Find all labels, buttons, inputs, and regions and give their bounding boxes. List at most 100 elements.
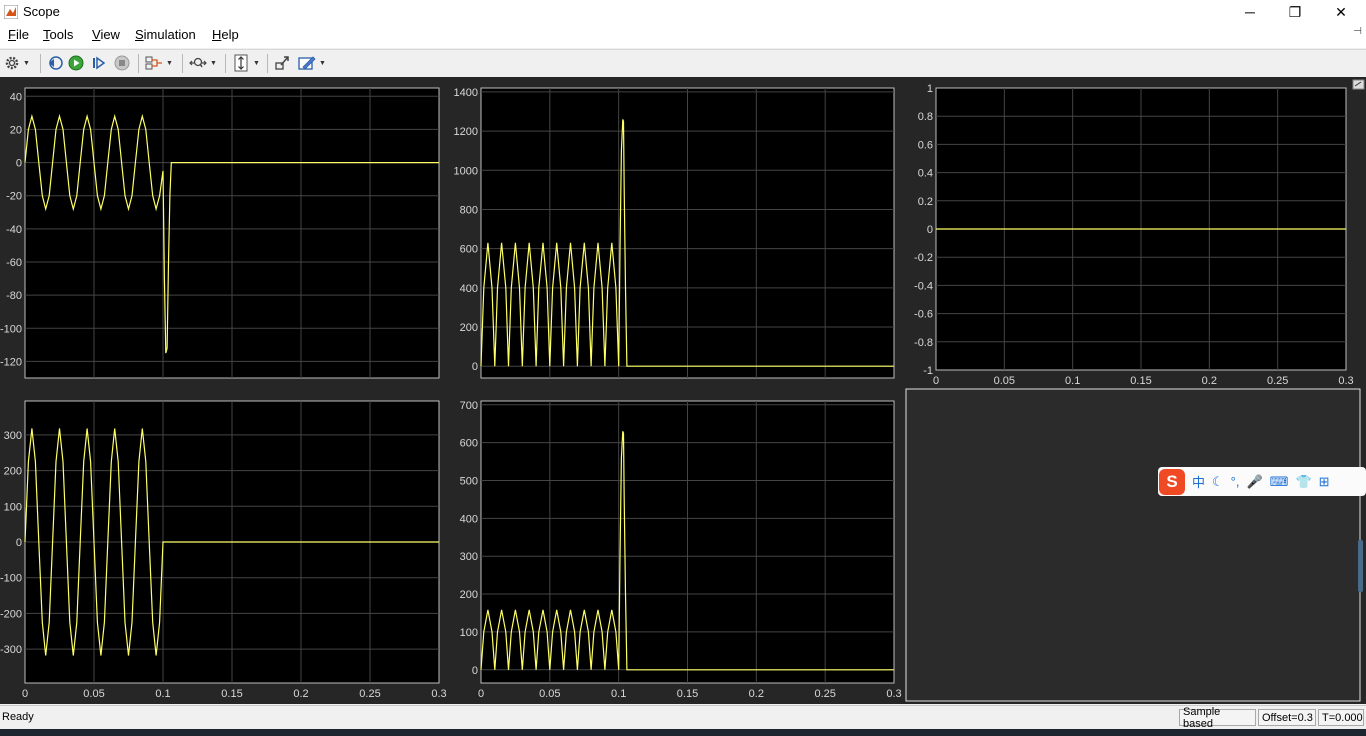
toolbar-separator bbox=[40, 54, 41, 73]
menu-help-rest: elp bbox=[221, 27, 239, 42]
run-icon bbox=[68, 55, 84, 71]
menu-simulation-accel: S bbox=[135, 27, 144, 42]
moon-icon[interactable]: ☾ bbox=[1212, 474, 1224, 490]
menu-file-rest: ile bbox=[15, 27, 29, 42]
microphone-icon[interactable]: 🎤 bbox=[1246, 474, 1262, 490]
y-tick-label: -60 bbox=[6, 257, 22, 269]
status-text: Ready bbox=[2, 711, 34, 723]
y-tick-label: 0 bbox=[472, 361, 478, 373]
empty-axes-panel bbox=[905, 388, 1361, 702]
toolbar-separator bbox=[138, 54, 139, 73]
configuration-button[interactable]: ▼ bbox=[4, 54, 30, 72]
gear-icon bbox=[5, 56, 19, 70]
y-tick-label: 300 bbox=[4, 430, 22, 442]
step-forward-icon bbox=[93, 56, 106, 70]
scroll-indicator[interactable] bbox=[1358, 540, 1363, 592]
y-tick-label: 800 bbox=[460, 204, 478, 216]
y-tick-label: 1400 bbox=[454, 87, 478, 99]
pin-icon[interactable]: ⊣ bbox=[1353, 26, 1362, 37]
y-tick-label: 200 bbox=[4, 466, 22, 478]
sogou-logo: S bbox=[1159, 468, 1185, 495]
y-tick-label: 40 bbox=[10, 91, 22, 103]
y-tick-label: 1200 bbox=[454, 126, 478, 138]
x-tick-label: 0.25 bbox=[814, 688, 835, 700]
y-tick-label: 500 bbox=[460, 475, 478, 487]
y-tick-label: 0 bbox=[927, 224, 933, 236]
maximize-button[interactable]: ❐ bbox=[1272, 0, 1318, 24]
configuration-dropdown-icon: ▼ bbox=[23, 59, 30, 67]
menu-help[interactable]: Help bbox=[212, 27, 239, 42]
y-tick-label: -0.4 bbox=[914, 280, 933, 292]
y-tick-label: 600 bbox=[460, 438, 478, 450]
toolbar-separator bbox=[267, 54, 268, 73]
shirt-skin-icon[interactable]: 👕 bbox=[1295, 474, 1311, 490]
y-tick-label: 0.2 bbox=[918, 196, 933, 208]
menu-tools[interactable]: Tools bbox=[43, 27, 73, 42]
punctuation-icon[interactable]: °, bbox=[1231, 474, 1240, 489]
y-tick-label: 200 bbox=[460, 589, 478, 601]
x-tick-label: 0 bbox=[22, 688, 28, 700]
keyboard-icon[interactable]: ⌨ bbox=[1270, 474, 1289, 490]
y-tick-label: 1 bbox=[927, 83, 933, 95]
highlight-block-button[interactable] bbox=[274, 54, 292, 72]
y-tick-label: 20 bbox=[10, 124, 22, 136]
highlight-block-icon bbox=[275, 56, 289, 70]
scale-axes-button[interactable]: ▼ bbox=[232, 54, 260, 72]
step-back-button[interactable] bbox=[46, 54, 64, 72]
style-button[interactable]: ▼ bbox=[298, 54, 326, 72]
step-forward-button[interactable] bbox=[90, 54, 108, 72]
y-tick-label: 0.8 bbox=[918, 111, 933, 123]
x-tick-label: 0 bbox=[933, 375, 939, 387]
ime-language-toggle[interactable]: 中 bbox=[1192, 472, 1205, 491]
signal-selector-icon bbox=[145, 56, 162, 70]
x-tick-label: 0.1 bbox=[611, 688, 626, 700]
y-tick-label: 700 bbox=[460, 400, 478, 412]
offset-indicator: Offset=0.3 bbox=[1258, 709, 1316, 726]
y-tick-label: 100 bbox=[460, 627, 478, 639]
x-tick-label: 0.3 bbox=[1338, 375, 1353, 387]
x-tick-label: 0.1 bbox=[155, 688, 170, 700]
y-tick-label: -100 bbox=[0, 573, 22, 585]
scale-axes-icon bbox=[234, 54, 248, 72]
menu-view[interactable]: View bbox=[92, 27, 120, 42]
step-back-icon bbox=[49, 56, 63, 70]
ime-toolbar[interactable]: S 中 ☾ °, 🎤 ⌨ 👕 ⊞ bbox=[1158, 467, 1366, 496]
toolbar-separator bbox=[182, 54, 183, 73]
status-bar: Ready Sample based Offset=0.3 T=0.000 bbox=[0, 705, 1366, 730]
close-button[interactable]: ✕ bbox=[1318, 0, 1364, 24]
stop-icon bbox=[114, 55, 130, 71]
y-tick-label: -1 bbox=[923, 365, 933, 377]
x-tick-label: 0.05 bbox=[539, 688, 560, 700]
y-tick-label: 600 bbox=[460, 244, 478, 256]
x-tick-label: 0.2 bbox=[749, 688, 764, 700]
y-tick-label: 400 bbox=[460, 283, 478, 295]
menu-simulation[interactable]: Simulation bbox=[135, 27, 196, 42]
y-tick-label: 0 bbox=[472, 665, 478, 677]
x-tick-label: 0.05 bbox=[994, 375, 1015, 387]
x-tick-label: 0.1 bbox=[1065, 375, 1080, 387]
y-tick-label: -0.2 bbox=[914, 252, 933, 264]
y-tick-label: -40 bbox=[6, 224, 22, 236]
menu-file-accel: F bbox=[8, 27, 16, 42]
grid-menu-icon[interactable]: ⊞ bbox=[1319, 474, 1330, 490]
y-tick-label: 400 bbox=[460, 513, 478, 525]
run-button[interactable] bbox=[68, 54, 84, 72]
sample-mode-indicator: Sample based bbox=[1179, 706, 1256, 730]
undock-icon[interactable] bbox=[1352, 79, 1365, 90]
y-tick-label: -120 bbox=[0, 356, 22, 368]
menu-file[interactable]: File bbox=[8, 27, 29, 42]
menu-simulation-rest: imulation bbox=[143, 27, 196, 42]
x-tick-label: 0.2 bbox=[1202, 375, 1217, 387]
signal-selector-button[interactable]: ▼ bbox=[145, 54, 173, 72]
y-tick-label: 0.6 bbox=[918, 139, 933, 151]
scope-plots: 40200-20-40-60-80-100-120140012001000800… bbox=[0, 79, 1365, 702]
y-tick-label: 200 bbox=[460, 322, 478, 334]
y-tick-label: -0.8 bbox=[914, 337, 933, 349]
x-tick-label: 0.15 bbox=[1130, 375, 1151, 387]
stop-button[interactable] bbox=[114, 54, 130, 72]
zoom-button[interactable]: ▼ bbox=[189, 54, 217, 72]
menu-bar: File Tools View Simulation Help ⊣ bbox=[0, 24, 1366, 48]
x-tick-label: 0.2 bbox=[293, 688, 308, 700]
x-tick-label: 0.25 bbox=[1267, 375, 1288, 387]
minimize-button[interactable]: ─ bbox=[1227, 0, 1273, 24]
